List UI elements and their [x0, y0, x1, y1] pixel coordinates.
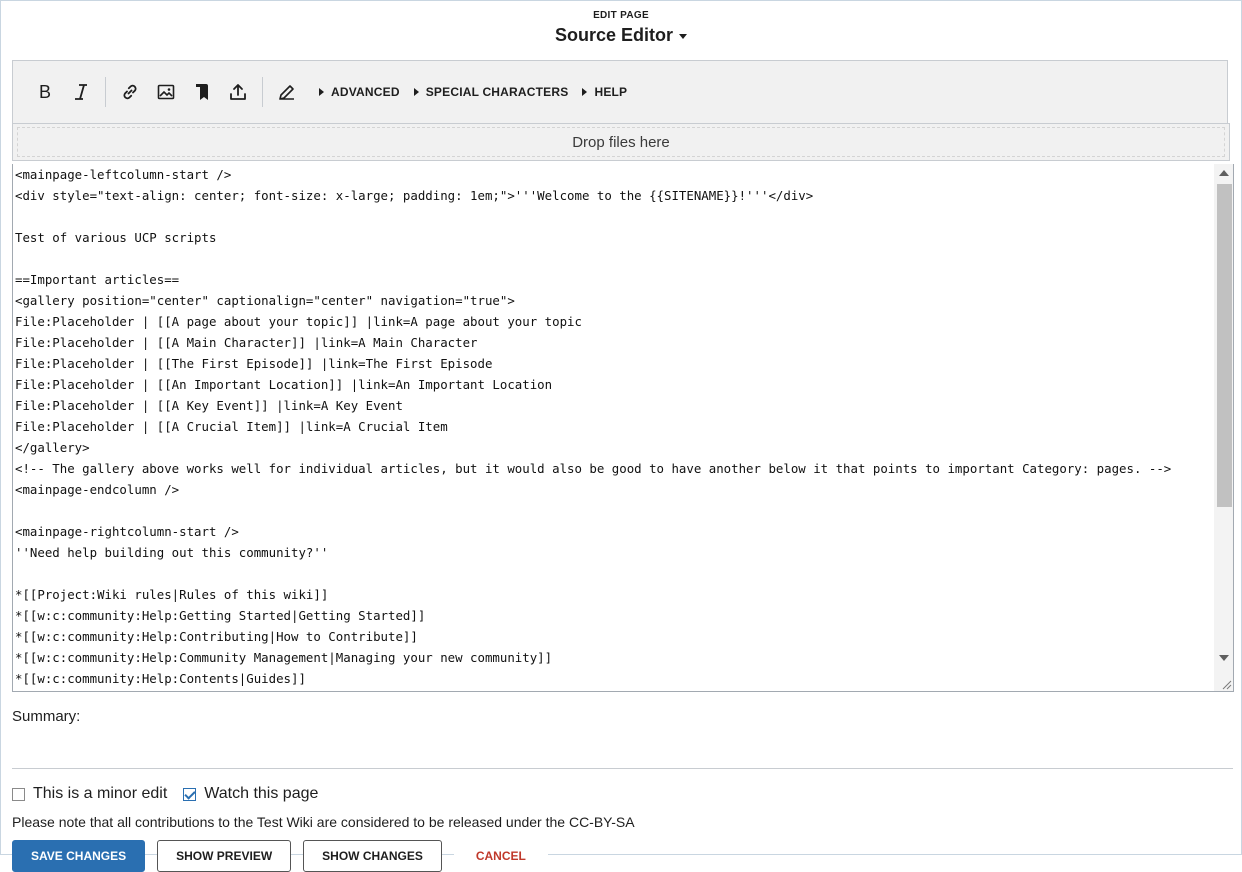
toolbar-divider	[262, 77, 263, 107]
editor-line: File:Placeholder | [[A page about your t…	[15, 314, 582, 329]
show-changes-button[interactable]: SHOW CHANGES	[303, 840, 442, 872]
scroll-down-arrow-icon[interactable]	[1219, 655, 1229, 661]
bold-icon: B	[39, 82, 51, 102]
editor-line: ​	[15, 248, 1211, 269]
editor-line: <mainpage-endcolumn />	[15, 482, 180, 497]
show-preview-button[interactable]: SHOW PREVIEW	[157, 840, 292, 872]
watch-page-label: Watch this page	[204, 785, 319, 802]
editor-line: File:Placeholder | [[A Key Event]] |link…	[15, 398, 403, 413]
editor-line: </gallery>	[15, 440, 90, 455]
editor-line: ==Important articles==	[15, 272, 180, 287]
advanced-label: ADVANCED	[331, 85, 400, 99]
pencil-icon	[279, 85, 294, 100]
scroll-thumb[interactable]	[1217, 184, 1232, 507]
resize-grip-icon[interactable]	[1220, 678, 1232, 690]
edit-options: This is a minor edit Watch this page	[12, 785, 334, 803]
editor-line: <!-- The gallery above works well for in…	[15, 461, 1172, 476]
special-characters-menu[interactable]: SPECIAL CHARACTERS	[413, 85, 569, 99]
editor-line: ​	[15, 206, 1211, 227]
editor-line: ''Need help building out this community?…	[15, 545, 329, 560]
editor-line: *[[Project:Wiki rules|Rules of this wiki…	[15, 587, 329, 602]
bookmark-button[interactable]	[184, 74, 220, 110]
minor-edit-box[interactable]	[12, 787, 25, 801]
editor-line: *[[w:c:community:Help:Getting Started|Ge…	[15, 608, 426, 623]
upload-button[interactable]	[220, 74, 256, 110]
caret-down-icon	[679, 34, 688, 39]
advanced-menu[interactable]: ADVANCED	[319, 85, 400, 99]
editor-line: File:Placeholder | [[A Main Character]] …	[15, 335, 478, 350]
edit-page-label: EDIT PAGE	[593, 10, 649, 21]
editor-line: <mainpage-rightcolumn-start />	[15, 524, 239, 539]
editor-line: File:Placeholder | [[A Crucial Item]] |l…	[15, 419, 448, 434]
bookmark-icon	[196, 84, 208, 100]
file-dropzone[interactable]: Drop files here	[12, 123, 1230, 161]
editor-line: <gallery position="center" captionalign=…	[15, 293, 515, 308]
link-icon	[123, 84, 137, 100]
editor-line: *[[w:c:community:Help:Community Manageme…	[15, 650, 553, 665]
editor-line: *[[w:c:community:Help:Contents|Guides]]	[15, 671, 306, 686]
signature-button[interactable]	[269, 74, 305, 110]
help-menu[interactable]: HELP	[582, 85, 627, 99]
cancel-button[interactable]: CANCEL	[453, 840, 548, 872]
link-button[interactable]	[112, 74, 148, 110]
editor-line: File:Placeholder | [[The First Episode]]…	[15, 356, 493, 371]
license-notice: Please note that all contributions to th…	[12, 814, 635, 830]
toolbar-divider	[105, 77, 106, 107]
editor-toolbar: B ADVANCED SPECIAL CHARACTERS HELP	[12, 60, 1228, 123]
dropzone-text: Drop files here	[17, 127, 1225, 157]
triangle-right-icon	[582, 88, 588, 96]
action-buttons: SAVE CHANGES SHOW PREVIEW SHOW CHANGES C…	[12, 840, 548, 872]
image-icon	[157, 84, 175, 100]
editor-line: <mainpage-leftcolumn-start />	[15, 167, 232, 182]
editor-line: <div style="text-align: center; font-siz…	[15, 188, 814, 203]
editor-line: File:Placeholder | [[An Important Locati…	[15, 377, 553, 392]
wikitext-content[interactable]: <mainpage-leftcolumn-start /> <div style=…	[15, 164, 1211, 689]
watch-page-checkbox[interactable]: Watch this page	[183, 785, 318, 803]
minor-edit-checkbox[interactable]: This is a minor edit	[12, 785, 167, 803]
triangle-right-icon	[319, 88, 324, 96]
editor-scrollbar[interactable]	[1214, 164, 1233, 691]
save-changes-button[interactable]: SAVE CHANGES	[12, 840, 146, 872]
editor-line: ​	[15, 500, 1211, 521]
page-header: EDIT PAGE Source Editor	[0, 8, 1242, 46]
scroll-up-arrow-icon[interactable]	[1219, 170, 1229, 176]
editor-mode-dropdown[interactable]: Source Editor	[554, 25, 688, 46]
special-characters-label: SPECIAL CHARACTERS	[425, 85, 569, 99]
source-textarea[interactable]: <mainpage-leftcolumn-start /> <div style=…	[12, 164, 1234, 692]
editor-line: Test of various UCP scripts	[15, 230, 217, 245]
summary-label: Summary:	[12, 708, 81, 725]
italic-icon	[75, 84, 87, 100]
image-button[interactable]	[148, 74, 184, 110]
summary-input[interactable]	[12, 730, 1233, 769]
italic-button[interactable]	[63, 74, 99, 110]
triangle-right-icon	[413, 88, 419, 96]
editor-line: *[[w:c:community:Help:Contributing|How t…	[15, 629, 418, 644]
bold-button[interactable]: B	[27, 74, 63, 110]
minor-edit-label: This is a minor edit	[33, 785, 168, 802]
help-label: HELP	[594, 85, 628, 99]
editor-line: ​	[15, 563, 1211, 584]
upload-icon	[230, 84, 246, 100]
watch-page-box[interactable]	[183, 787, 197, 801]
editor-mode-label: Source Editor	[554, 25, 674, 45]
svg-text:B: B	[39, 82, 51, 102]
